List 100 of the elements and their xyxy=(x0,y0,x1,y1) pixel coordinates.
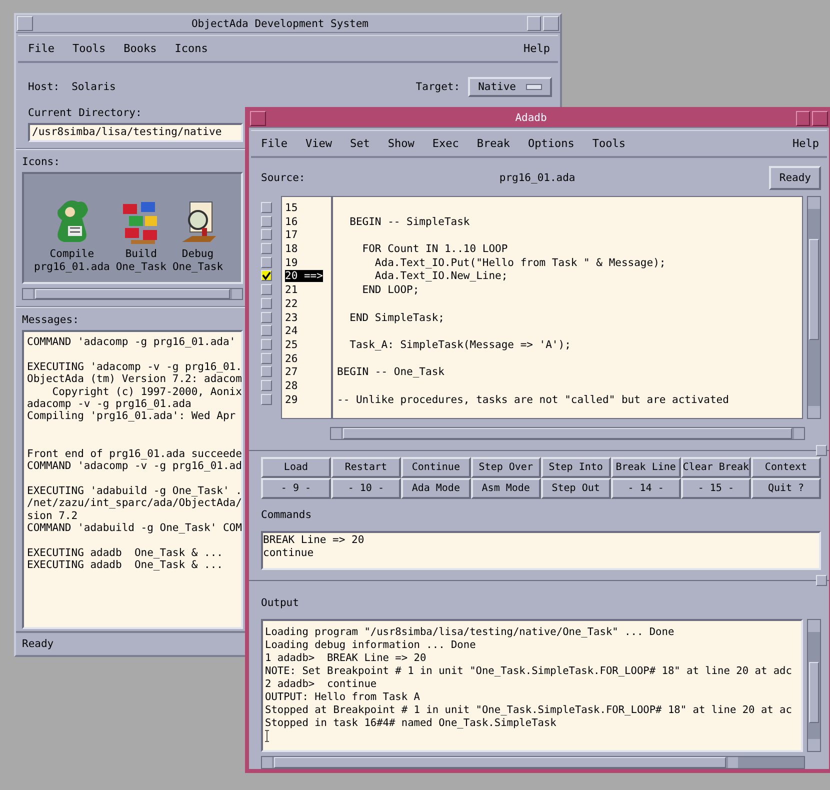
line-number: 15 xyxy=(285,202,298,214)
line-number: 23 xyxy=(285,312,298,324)
message-line: Copyright (c) 1997-2000, Aonix xyxy=(51,386,242,398)
menu-item[interactable]: View xyxy=(304,136,334,151)
sash-handle[interactable] xyxy=(816,575,827,586)
message-line: /net/zazu/int_sparc/ada/ObjectAda/ xyxy=(27,497,242,510)
command-button[interactable]: Restart xyxy=(330,457,401,478)
line-number: 20 ==> xyxy=(285,270,323,282)
output-line: NOTE: Set Breakpoint # 1 in unit "One_Task.SimpleTask.FOR_LOOP# 18" at line 20 at adc xyxy=(265,665,792,678)
line-number: 17 xyxy=(285,229,298,242)
output-line: 2 adadb> continue xyxy=(265,678,377,691)
menu-item[interactable]: File xyxy=(26,41,56,56)
target-option-menu[interactable]: Native xyxy=(468,77,552,97)
message-line: Compiling 'prg16_01.ada': Wed Apr xyxy=(27,410,236,423)
command-button[interactable]: - 10 - xyxy=(330,478,401,499)
help-menu[interactable]: Help xyxy=(522,41,552,56)
directory-label: Current Directory: xyxy=(28,107,142,119)
menu-item[interactable]: Set xyxy=(348,136,372,151)
sash-handle[interactable] xyxy=(816,445,827,456)
output-label: Output xyxy=(260,596,300,611)
window-title: ObjectAda Development System xyxy=(190,18,370,30)
status-text: Ready xyxy=(22,638,54,650)
minimize-button[interactable] xyxy=(796,110,810,126)
horizontal-scrollbar[interactable] xyxy=(261,756,805,769)
code-line: BEGIN -- One_Task xyxy=(337,366,444,378)
command-button[interactable]: Load xyxy=(261,457,331,478)
menu-item[interactable]: Exec xyxy=(430,136,461,151)
code-line: -- Unlike procedures, tasks are not "called" but are activated xyxy=(337,394,729,406)
message-line: EXECUTING adadb One_Task & ... xyxy=(27,559,223,572)
message-line: COMMAND 'adacomp -g prg16_01.ada' xyxy=(27,336,236,348)
command-button[interactable]: Step Out xyxy=(540,478,611,499)
line-number: 19 xyxy=(285,256,298,269)
directory-field[interactable]: /usr8simba/lisa/testing/native xyxy=(28,123,243,142)
message-line: sion 7.2 xyxy=(27,510,78,522)
message-line: COMMAND 'adacomp -v -g prg16_01.ad xyxy=(27,460,242,472)
host-label: Host: xyxy=(28,81,60,93)
menu-item[interactable]: Options xyxy=(526,136,576,151)
horizontal-scrollbar[interactable] xyxy=(22,288,243,300)
menu-item[interactable]: Icons xyxy=(172,41,210,56)
line-number: 24 xyxy=(285,325,298,338)
breakpoint-checkbox[interactable] xyxy=(261,270,272,282)
command-line: BREAK Line => 20 xyxy=(263,534,364,547)
code-line: BEGIN -- SimpleTask xyxy=(348,216,470,228)
output-line: Stopped at Breakpoint # 1 in unit "One_Task.SimpleTask.FOR_LOOP# 18" at line 20 at ac xyxy=(265,704,792,717)
command-button[interactable]: Continue xyxy=(400,457,471,478)
icon-launcher[interactable]: Debug One_Task xyxy=(170,198,226,274)
command-button[interactable]: Clear Break xyxy=(680,457,752,478)
output-line: Loading debug information ... Done xyxy=(265,639,476,652)
menu-item[interactable]: File xyxy=(259,136,290,151)
commands-input[interactable]: BREAK Line => 20 continue xyxy=(261,531,821,570)
menu-item[interactable]: Tools xyxy=(590,136,628,151)
command-button[interactable]: Quit ? xyxy=(751,478,821,499)
icons-label: Icons: xyxy=(22,156,60,168)
output-line: Stopped in task 16#4# named One_Task.SimpleTask xyxy=(265,717,556,730)
vertical-scrollbar[interactable] xyxy=(807,196,821,419)
menu-item[interactable]: Tools xyxy=(70,41,108,56)
commands-label: Commands xyxy=(260,508,313,523)
icon-launcher[interactable]: Build One_Task xyxy=(114,198,168,274)
output-line: Loading program "/usr8simba/lisa/testing/native/One_Task" ... Done xyxy=(265,626,674,639)
line-number: 18 xyxy=(285,243,298,256)
message-line: EXECUTING adadb One_Task & ... xyxy=(27,546,223,560)
command-button[interactable]: Context xyxy=(751,457,821,478)
line-number: 27 xyxy=(285,366,298,378)
icon-launcher[interactable]: Compile prg16_01.ada xyxy=(32,198,112,274)
command-button[interactable]: Break Line xyxy=(610,457,681,478)
horizontal-scrollbar[interactable] xyxy=(330,427,805,440)
message-line: EXECUTING 'adabuild -g One_Task' . xyxy=(27,484,242,498)
messages-label: Messages: xyxy=(22,314,79,326)
line-number: 22 xyxy=(285,298,298,310)
line-number: 16 xyxy=(285,216,298,228)
source-file-name: prg16_01.ada xyxy=(498,172,576,184)
command-line: continue xyxy=(263,547,314,560)
command-button[interactable]: - 14 - xyxy=(610,478,681,499)
target-label: Target: xyxy=(416,81,460,93)
command-button[interactable]: - 15 - xyxy=(680,478,752,499)
code-line: FOR Count IN 1..10 LOOP xyxy=(361,243,508,256)
command-button[interactable]: Step Into xyxy=(540,457,611,478)
window-menu-button[interactable] xyxy=(250,110,266,126)
text-cursor-icon xyxy=(265,730,269,742)
menu-item[interactable]: Books xyxy=(122,41,159,56)
menu-item[interactable]: Show xyxy=(386,136,416,151)
vertical-scrollbar[interactable] xyxy=(807,619,821,752)
command-button[interactable]: Step Over xyxy=(470,457,541,478)
help-menu[interactable]: Help xyxy=(790,136,821,151)
message-line: EXECUTING 'adacomp -v -g prg16_01. xyxy=(27,360,242,374)
command-button[interactable]: - 9 - xyxy=(261,478,331,499)
window-title: Adadb xyxy=(514,112,548,124)
line-number: 21 xyxy=(285,284,298,296)
command-button[interactable]: Asm Mode xyxy=(470,478,541,499)
code-line: Task_A: SimpleTask(Message => 'A'); xyxy=(348,338,571,351)
line-number: 28 xyxy=(285,380,298,392)
ready-button[interactable]: Ready xyxy=(769,166,821,190)
check-icon xyxy=(262,270,271,281)
command-button[interactable]: Ada Mode xyxy=(400,478,471,499)
source-label: Source: xyxy=(261,172,306,184)
output-line: OUTPUT: Hello from Task A xyxy=(265,691,420,704)
maximize-button[interactable] xyxy=(812,110,828,126)
menu-item[interactable]: Break xyxy=(474,136,512,151)
line-number: 25 xyxy=(285,338,298,351)
code-line: END LOOP; xyxy=(361,284,420,296)
